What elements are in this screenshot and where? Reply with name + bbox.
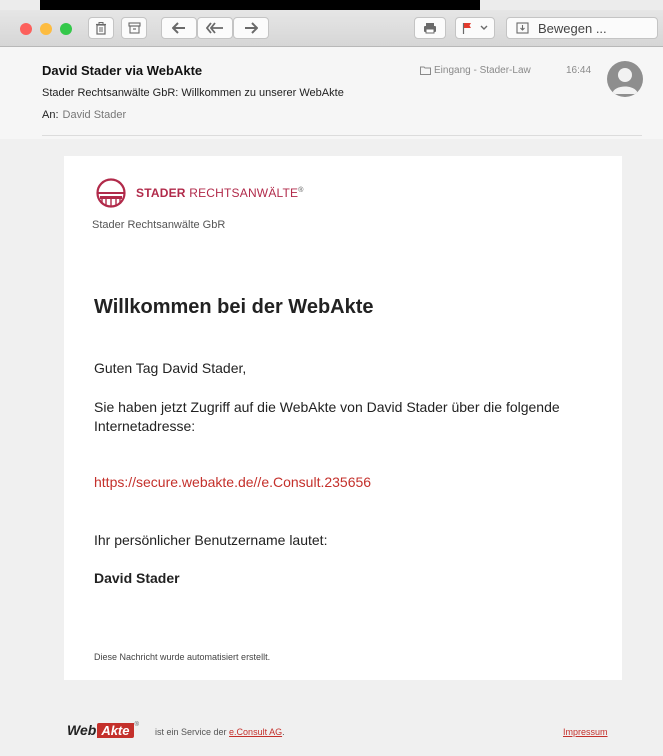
title-strip bbox=[0, 0, 663, 10]
webakte-logo: Web Akte ® bbox=[67, 722, 139, 738]
to-label: An: bbox=[42, 109, 59, 121]
forward-icon bbox=[245, 22, 258, 34]
subject-line: Stader Rechtsanwälte GbR: Willkommen zu … bbox=[42, 87, 344, 99]
email-footer: Web Akte ® ist ein Service der e.Consult A… bbox=[0, 690, 663, 756]
avatar bbox=[607, 61, 643, 97]
minimize-window-button[interactable] bbox=[40, 23, 52, 35]
mail-window: Bewegen ... David Stader via WebAkte Sta… bbox=[0, 0, 663, 756]
firm-logo: STADER RECHTSANWÄLTE® bbox=[92, 178, 304, 208]
impressum-link[interactable]: Impressum bbox=[563, 727, 608, 737]
delete-button[interactable] bbox=[88, 17, 114, 39]
service-note: ist ein Service der e.Consult AG. bbox=[155, 727, 285, 737]
econsult-link[interactable]: e.Consult AG bbox=[229, 727, 282, 737]
person-icon bbox=[612, 68, 638, 94]
print-button[interactable] bbox=[414, 17, 446, 39]
firm-brand-name: STADER RECHTSANWÄLTE® bbox=[136, 186, 304, 200]
flag-icon bbox=[462, 23, 471, 34]
move-label: Bewegen ... bbox=[538, 20, 607, 36]
email-heading: Willkommen bei der WebAkte bbox=[94, 296, 374, 318]
reply-icon bbox=[172, 22, 185, 34]
forward-button[interactable] bbox=[233, 17, 269, 39]
zoom-window-button[interactable] bbox=[60, 23, 72, 35]
email-card: STADER RECHTSANWÄLTE® Stader Rechtsanwäl… bbox=[64, 156, 622, 680]
close-window-button[interactable] bbox=[20, 23, 32, 35]
header-divider bbox=[42, 135, 642, 136]
archive-button[interactable] bbox=[121, 17, 147, 39]
stader-logo-icon bbox=[96, 178, 126, 208]
archive-icon bbox=[127, 22, 141, 34]
mailbox-tag[interactable]: Eingang - Stader-Law bbox=[420, 65, 531, 76]
trash-icon bbox=[96, 21, 106, 35]
folder-icon bbox=[420, 66, 431, 75]
received-time: 16:44 bbox=[566, 65, 592, 76]
title-bar-overlay bbox=[40, 0, 480, 10]
reply-button[interactable] bbox=[161, 17, 197, 39]
recipient-name[interactable]: David Stader bbox=[63, 109, 127, 121]
access-paragraph: Sie haben jetzt Zugriff auf die WebAkte … bbox=[94, 399, 560, 434]
greeting: Guten Tag David Stader, bbox=[94, 360, 247, 376]
recipient-line: An: David Stader bbox=[42, 109, 126, 121]
username-value: David Stader bbox=[94, 570, 180, 586]
firm-legal-name: Stader Rechtsanwälte GbR bbox=[92, 219, 226, 231]
sender-name: David Stader via WebAkte bbox=[42, 63, 203, 78]
mailbox-name: Eingang - Stader-Law bbox=[434, 65, 531, 76]
move-icon bbox=[516, 22, 529, 34]
chevron-down-icon bbox=[480, 25, 488, 30]
message-header: David Stader via WebAkte Stader Rechtsan… bbox=[0, 47, 663, 139]
move-button[interactable]: Bewegen ... bbox=[506, 17, 658, 39]
automated-note: Diese Nachricht wurde automatisiert erst… bbox=[94, 652, 271, 662]
toolbar: Bewegen ... bbox=[0, 10, 663, 47]
username-label: Ihr persönlicher Benutzername lautet: bbox=[94, 532, 328, 548]
reply-all-icon bbox=[206, 22, 223, 34]
print-icon bbox=[424, 23, 436, 34]
flag-menu-button[interactable] bbox=[455, 17, 495, 39]
reply-all-button[interactable] bbox=[197, 17, 233, 39]
webakte-link[interactable]: https://secure.webakte.de//e.Consult.235… bbox=[94, 474, 371, 490]
